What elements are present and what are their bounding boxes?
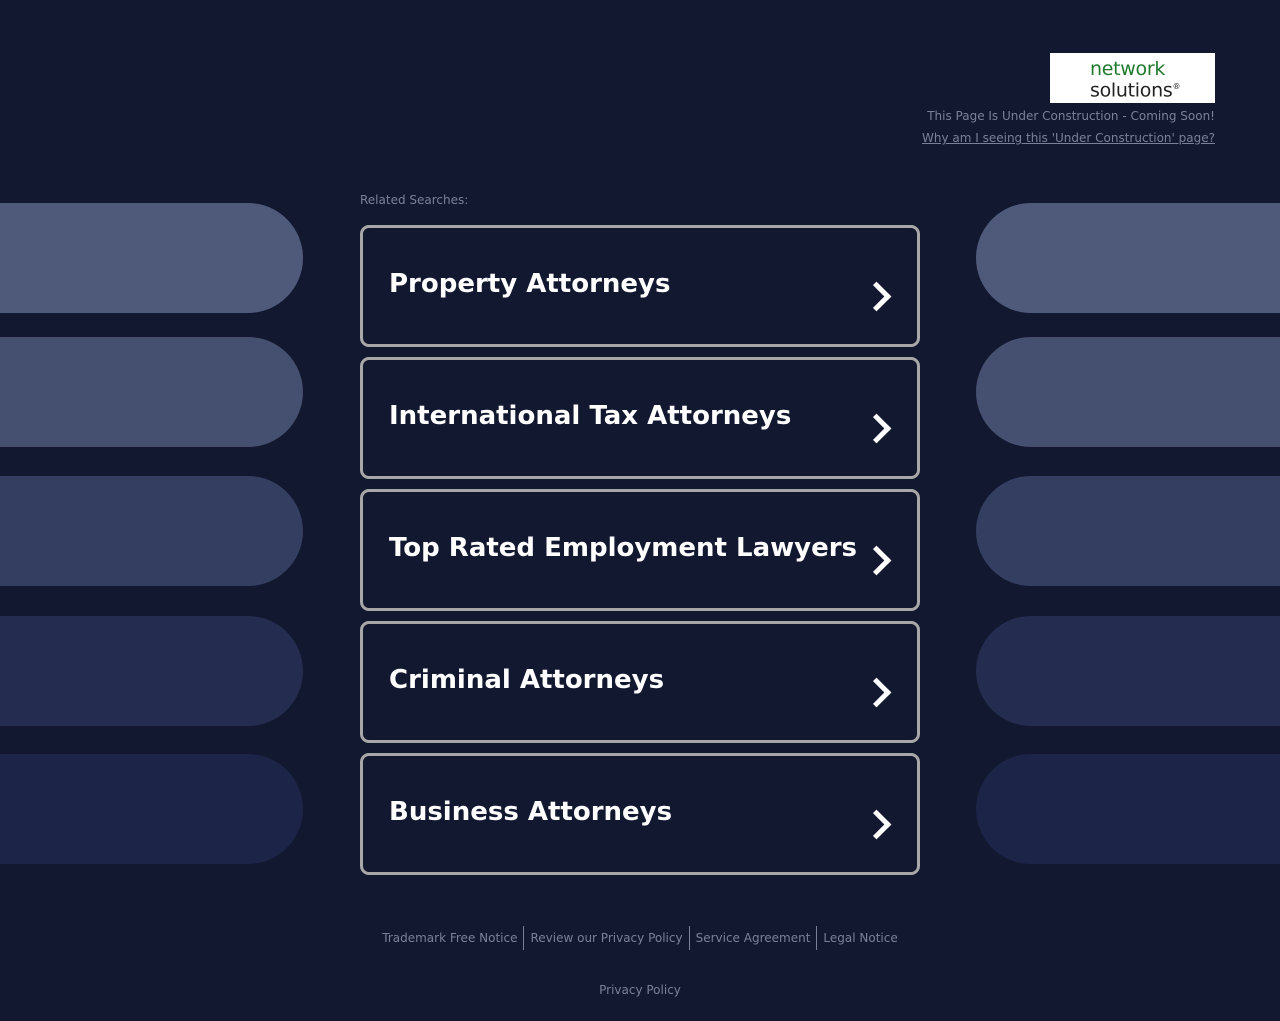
footer-privacy: Privacy Policy: [0, 983, 1280, 997]
chevron-right-icon: [861, 809, 892, 840]
decorative-pill-left-1: [0, 203, 303, 313]
decorative-pill-right-5: [976, 754, 1280, 864]
decorative-pill-right-4: [976, 616, 1280, 726]
chevron-right-icon: [861, 545, 892, 576]
privacy-policy-review-link[interactable]: Review our Privacy Policy: [524, 927, 688, 949]
trademark-free-notice-link[interactable]: Trademark Free Notice: [376, 927, 523, 949]
related-searches-label: Related Searches:: [360, 193, 469, 207]
decorative-pill-left-4: [0, 616, 303, 726]
registered-mark: ®: [1172, 82, 1181, 91]
why-under-construction-link[interactable]: Why am I seeing this 'Under Construction…: [922, 131, 1215, 145]
related-search-top-rated-employment-lawyers[interactable]: Top Rated Employment Lawyers: [360, 489, 920, 611]
service-agreement-link[interactable]: Service Agreement: [690, 927, 817, 949]
related-search-criminal-attorneys[interactable]: Criminal Attorneys: [360, 621, 920, 743]
under-construction-notice: This Page Is Under Construction - Coming…: [927, 109, 1215, 123]
legal-notice-link[interactable]: Legal Notice: [817, 927, 903, 949]
related-search-label: Top Rated Employment Lawyers: [389, 533, 858, 563]
decorative-pill-left-5: [0, 754, 303, 864]
related-search-label: Business Attorneys: [389, 797, 673, 827]
related-search-label: International Tax Attorneys: [389, 401, 792, 431]
chevron-right-icon: [861, 677, 892, 708]
chevron-right-icon: [861, 281, 892, 312]
related-search-business-attorneys[interactable]: Business Attorneys: [360, 753, 920, 875]
decorative-pill-right-2: [976, 337, 1280, 447]
privacy-policy-link[interactable]: Privacy Policy: [599, 983, 681, 997]
decorative-pill-left-2: [0, 337, 303, 447]
decorative-pill-left-3: [0, 476, 303, 586]
logo-text-solutions: solutions®: [1090, 79, 1181, 102]
related-search-label: Property Attorneys: [389, 269, 671, 299]
decorative-pill-right-1: [976, 203, 1280, 313]
decorative-pill-right-3: [976, 476, 1280, 586]
related-search-property-attorneys[interactable]: Property Attorneys: [360, 225, 920, 347]
logo-text-network: network: [1090, 58, 1166, 80]
related-search-international-tax-attorneys[interactable]: International Tax Attorneys: [360, 357, 920, 479]
chevron-right-icon: [861, 413, 892, 444]
footer-links: Trademark Free Notice Review our Privacy …: [0, 926, 1280, 950]
network-solutions-logo[interactable]: network solutions®: [1050, 53, 1215, 103]
related-search-label: Criminal Attorneys: [389, 665, 665, 695]
